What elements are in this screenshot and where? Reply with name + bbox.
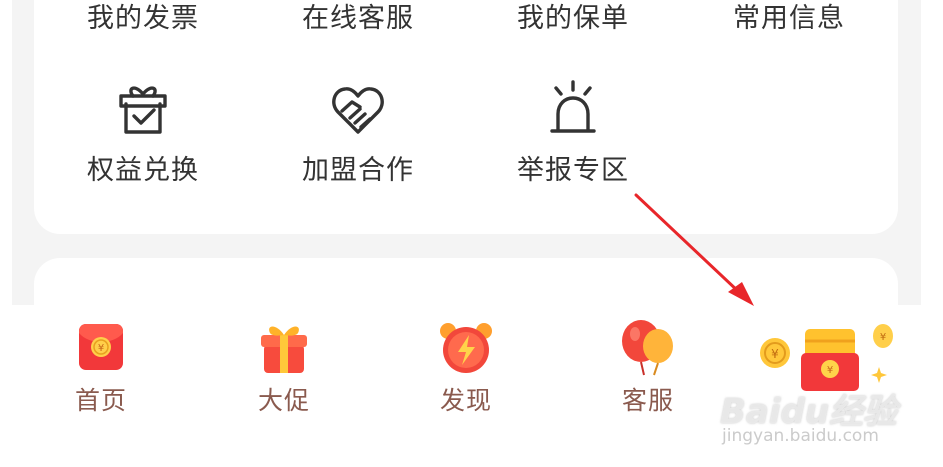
service-label: 举报专区 (517, 155, 629, 186)
handshake-heart-icon (330, 84, 386, 140)
tab-label: 大促 (257, 386, 310, 415)
tab-label: 客服 (621, 386, 674, 415)
services-card: 我的发票 在线客服 我的保单 常用信息 权益兑换 加盟合作 举报专区 (34, 0, 898, 234)
service-my-invoice[interactable]: 我的发票 (43, 0, 243, 40)
gift-icon (258, 321, 310, 379)
watermark: Baidu经验 jingyan.baidu.com (720, 382, 920, 452)
tab-label: 发现 (439, 386, 492, 415)
tab-customer-service[interactable]: 客服 (578, 305, 718, 467)
svg-text:¥: ¥ (98, 343, 104, 354)
red-envelope-icon: ¥ (77, 321, 125, 377)
service-rights-exchange[interactable]: 权益兑换 (43, 78, 243, 188)
svg-text:¥: ¥ (771, 347, 779, 361)
alarm-clock-lightning-icon (438, 321, 494, 379)
service-label: 我的保单 (517, 3, 629, 34)
service-label: 权益兑换 (87, 155, 199, 186)
svg-text:¥: ¥ (827, 365, 833, 376)
tab-label: 首页 (74, 386, 127, 415)
svg-text:¥: ¥ (880, 332, 886, 343)
service-label: 加盟合作 (302, 155, 414, 186)
service-common-info[interactable]: 常用信息 (689, 0, 889, 40)
service-label: 我的发票 (87, 3, 199, 34)
gift-box-check-icon (117, 82, 169, 142)
tab-discover[interactable]: 发现 (396, 305, 536, 467)
service-franchise[interactable]: 加盟合作 (258, 78, 458, 188)
alarm-light-icon (547, 80, 599, 140)
service-online-support[interactable]: 在线客服 (258, 0, 458, 40)
tab-home[interactable]: ¥ 首页 (31, 305, 171, 467)
service-label: 常用信息 (733, 3, 845, 34)
service-label: 在线客服 (302, 3, 414, 34)
tab-promotion[interactable]: 大促 (214, 305, 354, 467)
service-my-policy[interactable]: 我的保单 (473, 0, 673, 40)
service-report-zone[interactable]: 举报专区 (473, 78, 673, 188)
watermark-url: jingyan.baidu.com (722, 426, 879, 446)
balloons-icon (618, 319, 678, 381)
